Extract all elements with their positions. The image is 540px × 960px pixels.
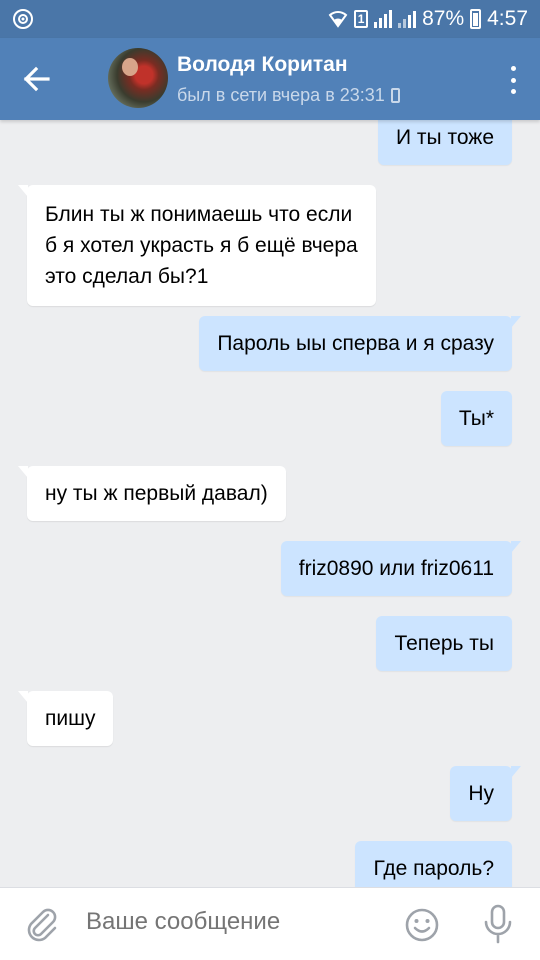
mobile-phone-icon (390, 88, 400, 103)
message-text: ну ты ж первый давал) (45, 482, 268, 505)
last-seen-status: был в сети вчера в 23:31 (177, 85, 400, 106)
message-outgoing[interactable]: Ты* (440, 391, 512, 446)
paperclip-icon[interactable] (24, 906, 60, 942)
message-text: И ты тоже (395, 126, 494, 149)
battery-charging-icon (470, 9, 482, 29)
message-incoming[interactable]: Блин ты ж понимаешь что если б я хотел у… (18, 185, 376, 306)
message-outgoing[interactable]: Где пароль? (355, 841, 512, 887)
message-outgoing[interactable]: Пароль ыы сперва и я сразу (199, 316, 521, 371)
message-text: Теперь ты (394, 632, 494, 655)
message-outgoing[interactable]: Теперь ты (376, 616, 512, 671)
message-text: Где пароль? (373, 857, 494, 880)
last-seen-text: был в сети вчера в 23:31 (177, 85, 385, 105)
message-text: friz0890 или friz0611 (298, 557, 494, 580)
message-text-line: это сделал бы?1 (45, 265, 209, 288)
message-text-line: Блин ты ж понимаешь что если (45, 203, 353, 226)
message-outgoing[interactable]: И ты тоже (377, 120, 512, 165)
message-incoming[interactable]: пишу (17, 691, 114, 746)
message-text: пишу (45, 707, 96, 730)
clock: 4:57 (487, 7, 528, 30)
signal-strength-2-icon (398, 10, 417, 28)
wifi-icon (328, 11, 348, 28)
message-input[interactable] (86, 908, 386, 936)
message-text-line: б я хотел украсть я б ещё вчера (45, 234, 358, 257)
contact-name[interactable]: Володя Коритан (177, 53, 348, 77)
message-incoming[interactable]: ну ты ж первый давал) (18, 466, 286, 521)
sim-icon: 1 (354, 10, 369, 28)
arrow-left-icon[interactable] (18, 60, 56, 98)
avatar[interactable] (108, 48, 168, 108)
smile-icon[interactable] (404, 907, 440, 943)
signal-app-icon (13, 9, 33, 29)
chat-header: Володя Коритан был в сети вчера в 23:31 (0, 38, 540, 120)
battery-percent: 87% (422, 7, 465, 30)
status-bar: 1 87% 4:57 (0, 0, 540, 38)
message-list[interactable]: И ты тоже Блин ты ж понимаешь что если б… (0, 120, 540, 887)
message-outgoing[interactable]: friz0890 или friz0611 (280, 541, 522, 596)
message-text: Ну (468, 782, 494, 805)
message-text: Ты* (458, 407, 494, 430)
message-text: Пароль ыы сперва и я сразу (217, 332, 494, 355)
composer-bar (0, 887, 540, 960)
microphone-icon[interactable] (482, 904, 514, 944)
more-vertical-icon[interactable] (508, 66, 518, 94)
signal-strength-icon (374, 10, 393, 28)
message-outgoing[interactable]: Ну (450, 766, 521, 821)
